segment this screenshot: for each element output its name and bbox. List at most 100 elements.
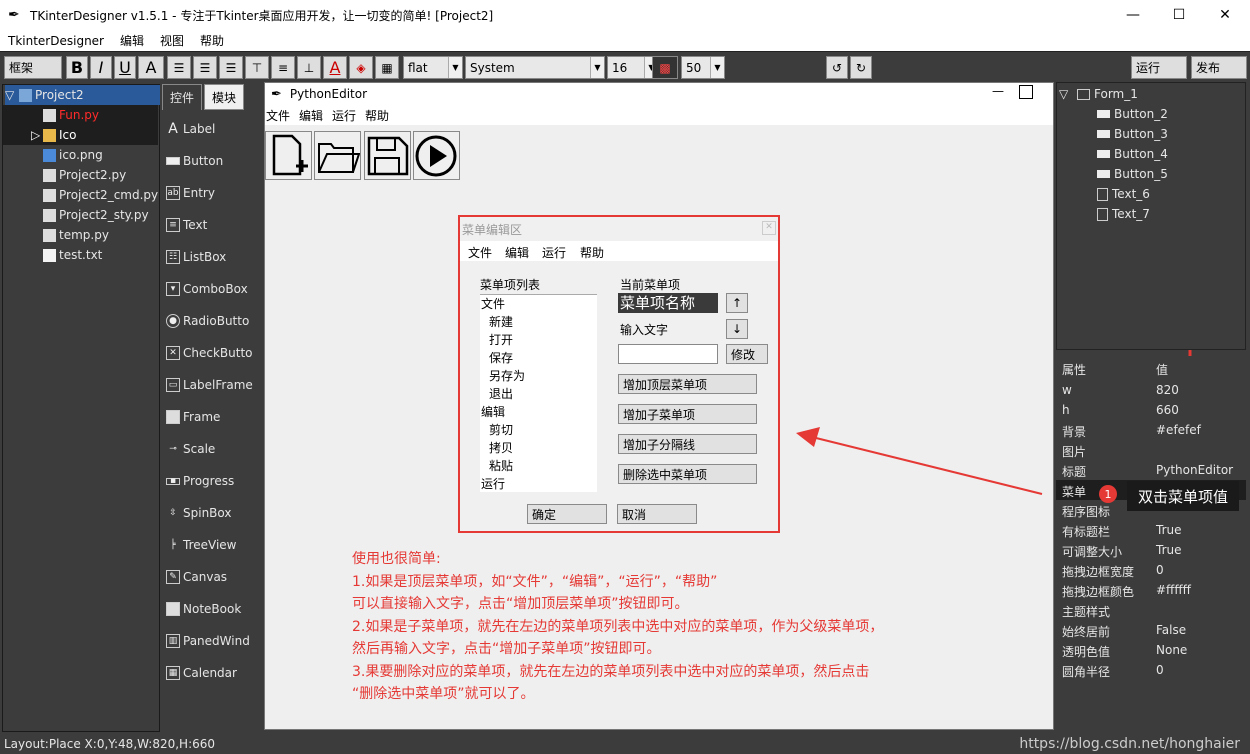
- menu-help[interactable]: 帮助: [192, 32, 232, 49]
- control-progress[interactable]: ▪ Progress: [166, 470, 260, 492]
- add-separator-button[interactable]: 增加子分隔线: [618, 434, 757, 454]
- tree-item-ico-folder[interactable]: ▷ Ico: [3, 125, 158, 145]
- background-image-icon[interactable]: ▦: [375, 56, 399, 79]
- property-value[interactable]: None: [1156, 643, 1187, 657]
- save-button[interactable]: [364, 131, 411, 180]
- align-left-icon[interactable]: ☰: [167, 56, 191, 79]
- control-notebook[interactable]: NoteBook: [166, 598, 260, 620]
- tree-item-test-txt[interactable]: test.txt: [3, 245, 102, 265]
- property-row[interactable]: w 820: [1056, 380, 1246, 400]
- tree-item-project2-sty-py[interactable]: Project2_sty.py: [3, 205, 149, 225]
- property-value[interactable]: 660: [1156, 403, 1179, 417]
- tree-item-form1[interactable]: ▽ Form_1: [1059, 84, 1138, 104]
- menu-list-item[interactable]: 文件: [481, 295, 505, 312]
- menu-list-item[interactable]: 编辑: [481, 403, 505, 420]
- property-value[interactable]: 0: [1156, 663, 1164, 677]
- menu-view[interactable]: 视图: [152, 32, 192, 49]
- close-button[interactable]: ✕: [1202, 0, 1248, 30]
- tree-item-text7[interactable]: Text_7: [1097, 204, 1150, 224]
- frame-selector[interactable]: 框架: [4, 56, 62, 79]
- tree-item-text6[interactable]: Text_6: [1097, 184, 1150, 204]
- align-center-icon[interactable]: ☰: [193, 56, 217, 79]
- form-menu-run[interactable]: 运行: [332, 107, 364, 124]
- form-menu-help[interactable]: 帮助: [365, 107, 397, 124]
- property-row[interactable]: 拖拽边框宽度 0: [1056, 560, 1246, 580]
- form-maximize-icon[interactable]: [1019, 85, 1033, 99]
- publish-button[interactable]: 发布: [1191, 56, 1247, 79]
- modify-button[interactable]: 修改: [726, 344, 768, 364]
- run-button[interactable]: 运行: [1131, 56, 1187, 79]
- control-calendar[interactable]: ▦ Calendar: [166, 662, 260, 684]
- property-value[interactable]: #ffffff: [1156, 583, 1191, 597]
- undo-icon[interactable]: ↺: [826, 56, 848, 79]
- font-color-button[interactable]: A: [138, 56, 164, 79]
- underline-button[interactable]: U: [114, 56, 136, 79]
- property-row[interactable]: 图片: [1056, 440, 1246, 460]
- control-labelframe[interactable]: ▭ LabelFrame: [166, 374, 260, 396]
- control-listbox[interactable]: ☷ ListBox: [166, 246, 260, 268]
- control-button[interactable]: Button: [166, 150, 260, 172]
- tree-item-button2[interactable]: Button_2: [1097, 104, 1168, 124]
- open-folder-button[interactable]: [314, 131, 361, 180]
- tree-item-project2[interactable]: ▽ Project2: [5, 85, 160, 105]
- form-menu-file[interactable]: 文件: [266, 107, 298, 124]
- property-row[interactable]: 标题 PythonEditor: [1056, 460, 1246, 480]
- ok-button[interactable]: 确定: [527, 504, 607, 524]
- relief-select[interactable]: flat ▼: [403, 56, 463, 79]
- control-scale[interactable]: ⊸ Scale: [166, 438, 260, 460]
- menu-list-item[interactable]: 粘贴: [489, 457, 513, 474]
- italic-button[interactable]: I: [90, 56, 112, 79]
- tab-modules[interactable]: 模块: [204, 84, 244, 110]
- property-row[interactable]: 始终居前 False: [1056, 620, 1246, 640]
- property-value[interactable]: True: [1156, 523, 1182, 537]
- dialog-menu-run[interactable]: 运行: [542, 244, 566, 261]
- add-submenu-button[interactable]: 增加子菜单项: [618, 404, 757, 424]
- form-minimize-icon[interactable]: —: [992, 84, 1004, 98]
- tree-item-project2-py[interactable]: Project2.py: [3, 165, 126, 185]
- menu-list-item[interactable]: 剪切: [489, 421, 513, 438]
- control-treeview[interactable]: ╞ TreeView: [166, 534, 260, 556]
- new-file-button[interactable]: [265, 131, 312, 180]
- property-value[interactable]: False: [1156, 623, 1186, 637]
- run-play-button[interactable]: [413, 131, 460, 180]
- dialog-menu-help[interactable]: 帮助: [580, 244, 604, 261]
- control-radiobutton[interactable]: ● RadioButto: [166, 310, 260, 332]
- property-row[interactable]: 拖拽边框颜色 #ffffff: [1056, 580, 1246, 600]
- tree-item-button3[interactable]: Button_3: [1097, 124, 1168, 144]
- control-canvas[interactable]: ✎ Canvas: [166, 566, 260, 588]
- redo-icon[interactable]: ↻: [850, 56, 872, 79]
- tree-item-fun-py[interactable]: Fun.py: [3, 105, 158, 125]
- add-top-menu-button[interactable]: 增加顶层菜单项: [618, 374, 757, 394]
- property-row[interactable]: h 660: [1056, 400, 1246, 420]
- cancel-button[interactable]: 取消: [617, 504, 697, 524]
- fill-color-icon[interactable]: ◈: [349, 56, 373, 79]
- menu-list-item[interactable]: 拷贝: [489, 439, 513, 456]
- minimize-button[interactable]: —: [1110, 0, 1156, 30]
- property-value[interactable]: PythonEditor: [1156, 463, 1233, 477]
- property-value[interactable]: #efefef: [1156, 423, 1201, 437]
- property-row[interactable]: 圆角半径 0: [1056, 660, 1246, 680]
- delete-menu-item-button[interactable]: 删除选中菜单项: [618, 464, 757, 484]
- control-entry[interactable]: ab Entry: [166, 182, 260, 204]
- tree-item-ico-png[interactable]: ico.png: [3, 145, 103, 165]
- control-frame[interactable]: Frame: [166, 406, 260, 428]
- alpha-spinbox[interactable]: 50 ▼: [681, 56, 725, 79]
- font-select[interactable]: System ▼: [465, 56, 605, 79]
- align-bottom-icon[interactable]: ⊥: [297, 56, 321, 79]
- tree-item-button4[interactable]: Button_4: [1097, 144, 1168, 164]
- property-row[interactable]: 背景 #efefef: [1056, 420, 1246, 440]
- property-row[interactable]: 有标题栏 True: [1056, 520, 1246, 540]
- property-row[interactable]: 透明色值 None: [1056, 640, 1246, 660]
- property-value[interactable]: True: [1156, 543, 1182, 557]
- dialog-menu-file[interactable]: 文件: [468, 244, 492, 261]
- control-label[interactable]: A Label: [166, 118, 260, 140]
- property-row[interactable]: 可调整大小 True: [1056, 540, 1246, 560]
- tab-controls[interactable]: 控件: [162, 84, 202, 110]
- input-text-field[interactable]: [618, 344, 718, 364]
- menu-edit[interactable]: 编辑: [112, 32, 152, 49]
- menu-list-item[interactable]: 另存为: [489, 367, 525, 384]
- control-checkbutton[interactable]: ✕ CheckButto: [166, 342, 260, 364]
- control-combobox[interactable]: ▾ ComboBox: [166, 278, 260, 300]
- align-middle-icon[interactable]: ≡: [271, 56, 295, 79]
- control-panedwindow[interactable]: ▥ PanedWind: [166, 630, 260, 652]
